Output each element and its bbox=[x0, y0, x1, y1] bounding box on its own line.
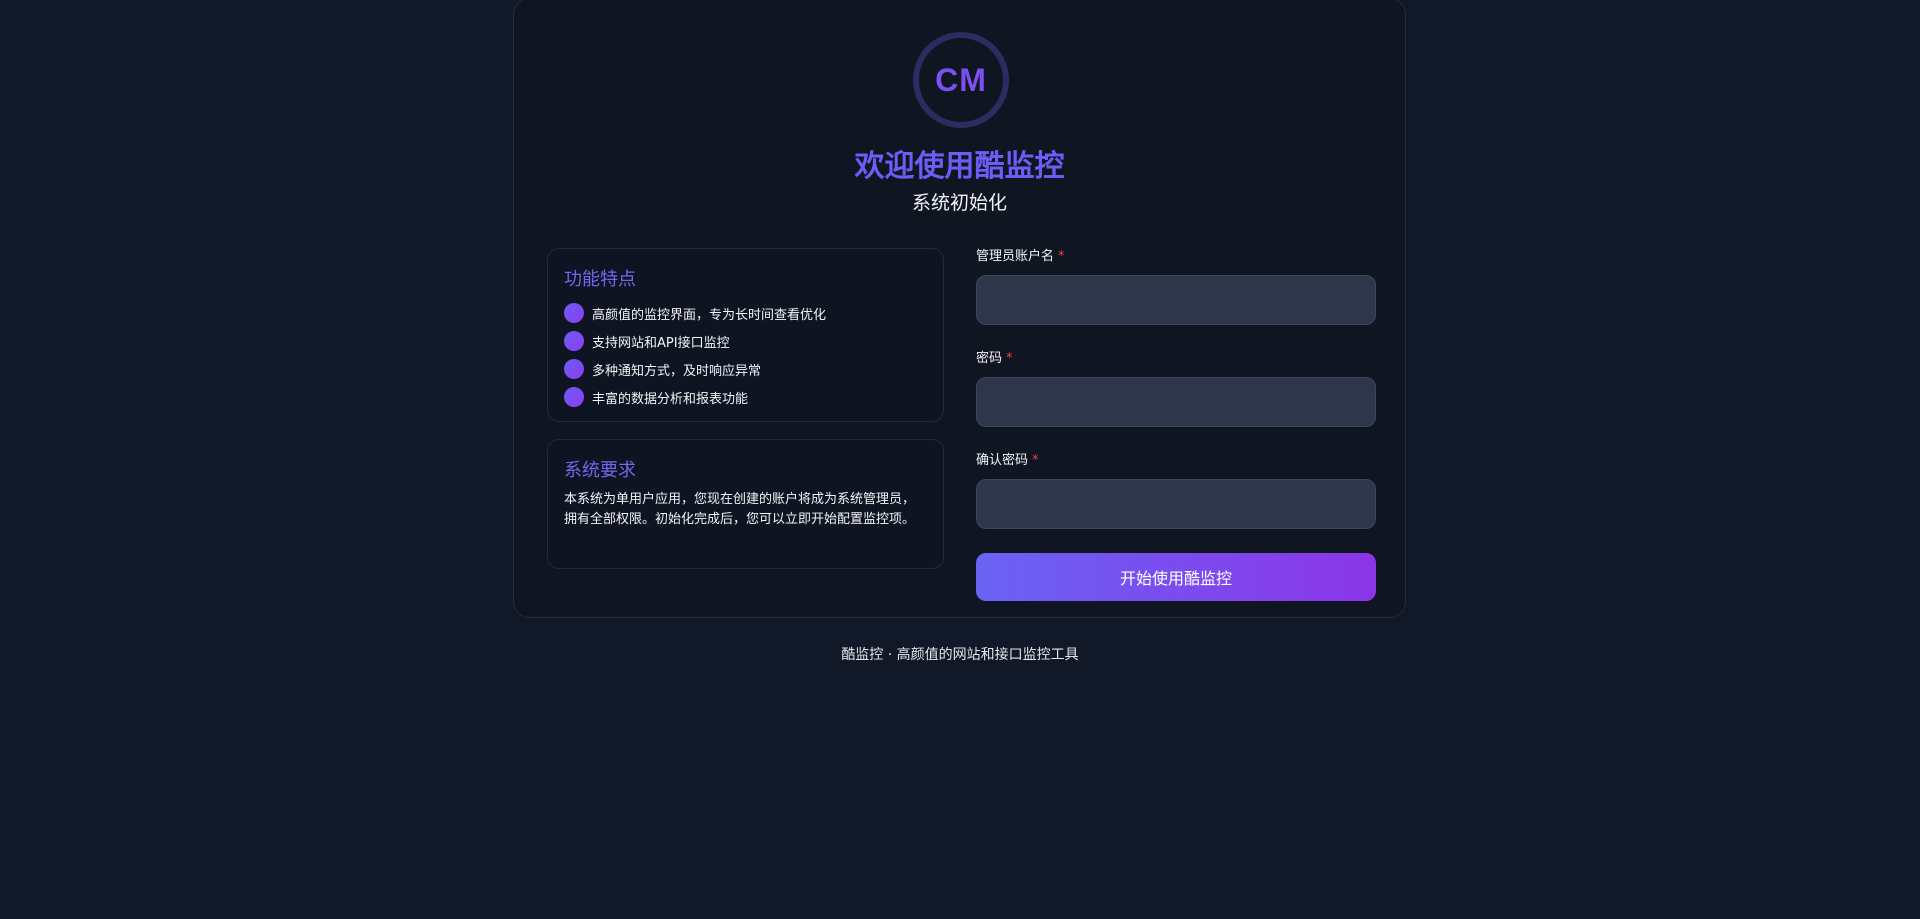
feature-text: 丰富的数据分析和报表功能 bbox=[592, 391, 749, 407]
password-label: 密码 * bbox=[976, 349, 1376, 369]
feature-item: 支持网站和API接口监控 bbox=[564, 327, 927, 355]
page-subtitle: 系统初始化 bbox=[911, 192, 1007, 214]
confirm-password-input[interactable] bbox=[976, 479, 1376, 529]
features-panel: 功能特点 高颜值的监控界面，专为长时间查看优化 支持网站和API接口监控 多种通… bbox=[547, 248, 944, 422]
feature-item: 丰富的数据分析和报表功能 bbox=[564, 383, 927, 411]
logo: CM bbox=[913, 32, 1009, 128]
setup-form: 管理员账户名 * 密码 * 确认密码 * 开始使用酷监控 bbox=[976, 247, 1376, 601]
password-input[interactable] bbox=[976, 377, 1376, 427]
required-mark: * bbox=[1058, 249, 1065, 264]
feature-text: 高颜值的监控界面，专为长时间查看优化 bbox=[592, 307, 827, 323]
bullet-dot-icon bbox=[564, 331, 584, 351]
page-title: 欢迎使用酷监控 bbox=[854, 149, 1065, 184]
logo-text: CM bbox=[935, 61, 987, 98]
feature-text: 支持网站和API接口监控 bbox=[592, 335, 730, 351]
setup-card: CM 欢迎使用酷监控 系统初始化 功能特点 高颜值的监控界面，专为长时间查看优化… bbox=[513, 0, 1406, 618]
confirm-password-label-text: 确认密码 bbox=[976, 453, 1029, 468]
bullet-dot-icon bbox=[564, 359, 584, 379]
username-label: 管理员账户名 * bbox=[976, 247, 1376, 267]
confirm-password-label: 确认密码 * bbox=[976, 451, 1376, 471]
required-mark: * bbox=[1032, 453, 1039, 468]
footer-text: 酷监控 · 高颜值的网站和接口监控工具 bbox=[841, 647, 1079, 663]
required-mark: * bbox=[1006, 351, 1013, 366]
features-title: 功能特点 bbox=[564, 269, 636, 290]
feature-item: 高颜值的监控界面，专为长时间查看优化 bbox=[564, 299, 927, 327]
feature-text: 多种通知方式，及时响应异常 bbox=[592, 363, 762, 379]
requirements-text: 本系统为单用户应用，您现在创建的账户将成为系统管理员，拥有全部权限。初始化完成后… bbox=[564, 492, 916, 527]
requirements-title: 系统要求 bbox=[564, 460, 636, 481]
feature-item: 多种通知方式，及时响应异常 bbox=[564, 355, 927, 383]
password-label-text: 密码 bbox=[976, 351, 1003, 366]
username-input[interactable] bbox=[976, 275, 1376, 325]
bullet-dot-icon bbox=[564, 303, 584, 323]
bullet-dot-icon bbox=[564, 387, 584, 407]
username-label-text: 管理员账户名 bbox=[976, 249, 1055, 264]
requirements-panel: 系统要求 本系统为单用户应用，您现在创建的账户将成为系统管理员，拥有全部权限。初… bbox=[547, 439, 944, 569]
start-button[interactable]: 开始使用酷监控 bbox=[976, 553, 1376, 601]
